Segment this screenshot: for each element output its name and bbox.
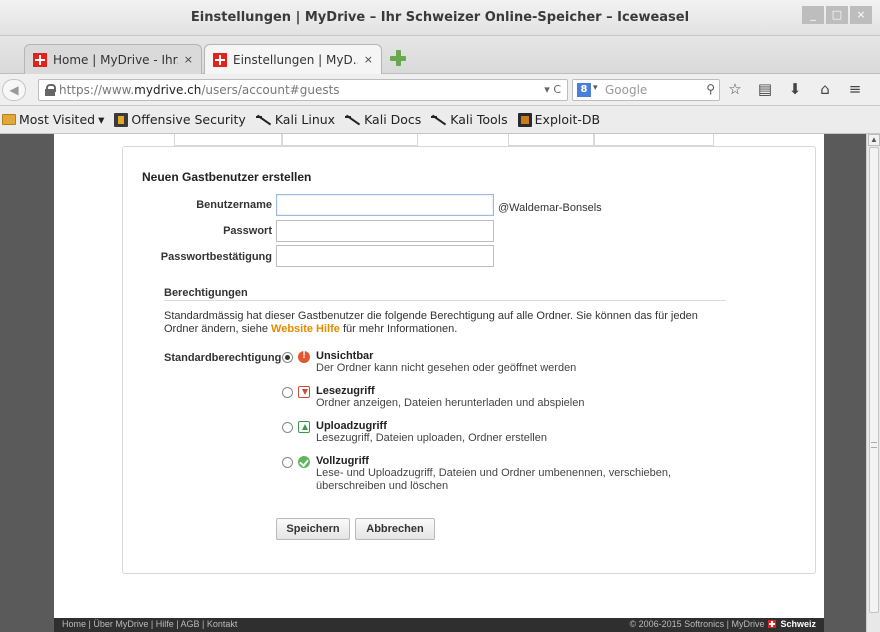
option-description: Lesezugriff, Dateien uploaden, Ordner er… xyxy=(316,432,547,444)
toolbar-icons: ☆ ▤ ⬇ ⌂ ≡ xyxy=(726,80,864,98)
url-text: https://www.mydrive.ch/users/account#gue… xyxy=(59,83,340,97)
option-name: Lesezugriff xyxy=(316,385,375,397)
bookmark-offensive-security[interactable]: Offensive Security xyxy=(114,112,246,127)
option-description: Lese- und Uploadzugriff, Dateien und Ord… xyxy=(316,467,672,492)
bookmark-kali-tools[interactable]: Kali Tools xyxy=(431,112,508,127)
settings-tab[interactable] xyxy=(174,134,282,146)
warning-icon xyxy=(298,350,310,363)
tab-home[interactable]: Home | MyDrive - Ihr... × xyxy=(24,44,202,74)
url-bar[interactable]: https://www.mydrive.ch/users/account#gue… xyxy=(38,79,568,101)
password-confirm-input[interactable] xyxy=(276,245,494,267)
window-titlebar: Einstellungen | MyDrive – Ihr Schweizer … xyxy=(0,0,880,36)
option-description: Der Ordner kann nicht gesehen oder geöff… xyxy=(316,362,577,374)
folder-icon xyxy=(2,114,16,125)
password-input[interactable] xyxy=(276,220,494,242)
website-help-link[interactable]: Website Hilfe xyxy=(271,323,340,335)
settings-tab[interactable] xyxy=(594,134,714,146)
domain-suffix: @Waldemar-Bonsels xyxy=(498,202,602,214)
bookmark-star-icon[interactable]: ☆ xyxy=(726,80,744,98)
form-heading: Neuen Gastbenutzer erstellen xyxy=(142,170,312,184)
bookmark-kali-docs[interactable]: Kali Docs xyxy=(345,112,421,127)
bookmark-most-visited[interactable]: Most Visited ▾ xyxy=(2,112,104,127)
menu-icon[interactable]: ≡ xyxy=(846,80,864,98)
kali-icon xyxy=(255,114,272,126)
password-confirm-label: Passwortbestätigung xyxy=(160,251,272,263)
username-input[interactable] xyxy=(276,194,494,216)
back-button[interactable]: ◀ xyxy=(2,79,26,101)
vertical-scrollbar[interactable]: ▲ xyxy=(866,134,880,632)
swiss-flag-icon xyxy=(33,52,47,67)
bookmarks-list-icon[interactable]: ▤ xyxy=(756,80,774,98)
lock-icon xyxy=(45,84,56,96)
search-placeholder: Google xyxy=(605,83,648,97)
divider xyxy=(164,300,726,301)
cancel-button[interactable]: Abbrechen xyxy=(355,518,435,540)
radio-vollzugriff[interactable] xyxy=(282,457,293,468)
username-label: Benutzername xyxy=(196,199,272,211)
settings-tab[interactable] xyxy=(282,134,418,146)
settings-tab[interactable] xyxy=(508,134,594,146)
radio-uploadzugriff[interactable] xyxy=(282,422,293,433)
page-footer: Home | Über MyDrive | Hilfe | AGB | Kont… xyxy=(54,618,824,632)
window-controls: _ □ × xyxy=(802,6,872,24)
tab-label: Einstellungen | MyD... xyxy=(233,52,358,67)
exploitdb-icon xyxy=(517,112,532,127)
bookmarks-bar: Most Visited ▾ Offensive Security Kali Li… xyxy=(0,106,880,134)
maximize-button[interactable]: □ xyxy=(826,6,848,24)
navigation-bar: ◀ https://www.mydrive.ch/users/account#g… xyxy=(0,74,880,106)
permissions-heading: Berechtigungen xyxy=(164,287,248,299)
option-description: Ordner anzeigen, Dateien herunterladen u… xyxy=(316,397,585,409)
permissions-description: Standardmässig hat dieser Gastbenutzer d… xyxy=(164,310,698,335)
kali-icon xyxy=(431,114,447,126)
check-icon xyxy=(298,456,310,468)
magnifier-icon[interactable]: ⚲ xyxy=(706,82,715,96)
window-title: Einstellungen | MyDrive – Ihr Schweizer … xyxy=(190,10,690,25)
reload-dropdown-icon[interactable]: ▾ C xyxy=(544,83,561,96)
footer-copyright: © 2006-2015 Softronics | MyDrive Schweiz xyxy=(629,619,816,629)
option-name: Vollzugriff xyxy=(316,455,369,467)
chevron-down-icon[interactable]: ▾ xyxy=(593,83,598,93)
scrollbar-thumb[interactable] xyxy=(869,147,879,613)
upload-icon xyxy=(298,421,310,433)
scrollbar-grip-icon xyxy=(871,442,877,448)
radio-unsichtbar[interactable] xyxy=(282,352,293,363)
swiss-flag-icon xyxy=(213,52,227,67)
scroll-up-icon[interactable]: ▲ xyxy=(868,134,880,146)
home-icon[interactable]: ⌂ xyxy=(816,80,834,98)
close-tab-icon[interactable]: × xyxy=(364,53,373,66)
close-tab-icon[interactable]: × xyxy=(184,53,193,66)
bookmark-kali-linux[interactable]: Kali Linux xyxy=(255,112,335,127)
downloads-icon[interactable]: ⬇ xyxy=(786,80,804,98)
close-window-button[interactable]: × xyxy=(850,6,872,24)
option-name: Uploadzugriff xyxy=(316,420,387,432)
tab-einstellungen[interactable]: Einstellungen | MyD... × xyxy=(204,44,382,74)
search-engine-icon[interactable]: 8 xyxy=(577,83,591,97)
option-name: Unsichtbar xyxy=(316,350,374,362)
footer-links[interactable]: Home | Über MyDrive | Hilfe | AGB | Kont… xyxy=(62,619,237,629)
search-input[interactable]: 8 ▾ Google ⚲ xyxy=(572,79,720,101)
default-permission-label: Standardberechtigung xyxy=(164,352,282,364)
kali-icon xyxy=(345,114,361,126)
settings-tabs-remnant xyxy=(174,134,714,146)
download-icon xyxy=(298,386,310,398)
offsec-icon xyxy=(114,112,129,127)
tab-label: Home | MyDrive - Ihr... xyxy=(53,52,178,67)
save-button[interactable]: Speichern xyxy=(276,518,350,540)
new-tab-plus-icon[interactable] xyxy=(390,50,406,66)
bookmark-exploit-db[interactable]: Exploit-DB xyxy=(517,112,600,127)
swiss-flag-icon xyxy=(768,620,777,628)
minimize-button[interactable]: _ xyxy=(802,6,824,24)
radio-lesezugriff[interactable] xyxy=(282,387,293,398)
password-label: Passwort xyxy=(223,225,272,237)
tab-strip: Home | MyDrive - Ihr... × Einstellungen … xyxy=(0,36,880,74)
